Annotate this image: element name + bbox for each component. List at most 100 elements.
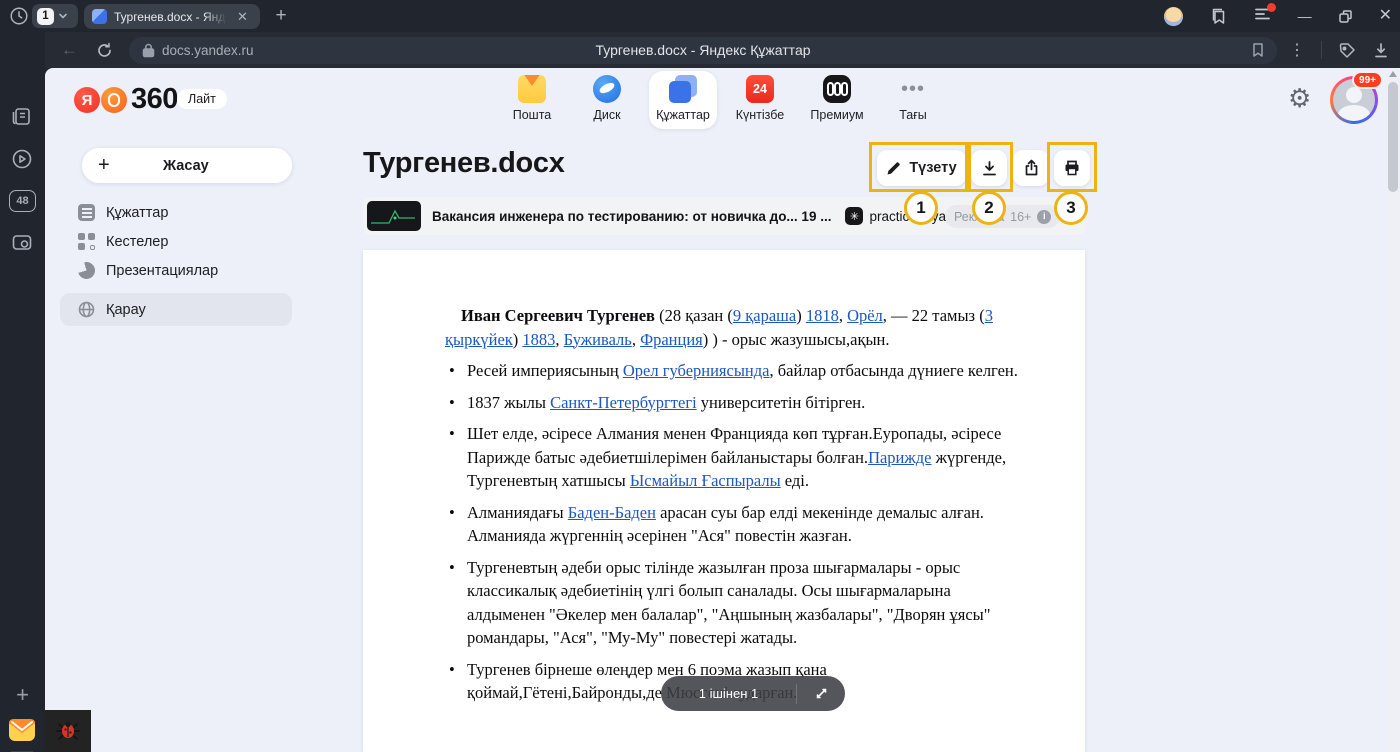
yandex-mail-icon[interactable]: [8, 716, 36, 744]
sidebar-item-label: Қарау: [106, 302, 146, 318]
download-button[interactable]: [971, 150, 1007, 186]
browser-window: 1 Тургенев.docx - Яндекс Құжаттар ✕ + —: [0, 0, 1400, 752]
doc-bullet: Алманиядағы Баден-Баден арасан суы бар е…: [445, 501, 1019, 548]
bookmark-icon[interactable]: [1251, 42, 1265, 58]
share-button[interactable]: [1013, 150, 1049, 186]
tab-group-chip[interactable]: 1: [32, 4, 78, 28]
downloads-icon[interactable]: [1373, 42, 1389, 59]
doc-text: ,: [632, 330, 640, 349]
url-field[interactable]: docs.yandex.ru Тургенев.docx - Яндекс Құ…: [129, 37, 1277, 64]
yandex-logo-icon[interactable]: Я: [74, 87, 100, 113]
plus-icon: +: [98, 154, 110, 177]
sidebar-item-documents[interactable]: Құжаттар: [60, 198, 292, 227]
page-indicator-pill: 1 ішінен 1: [661, 676, 845, 711]
doc-link[interactable]: Орёл: [847, 306, 883, 325]
browser-tab[interactable]: Тургенев.docx - Яндекс Құжаттар ✕: [84, 4, 260, 29]
print-button[interactable]: [1054, 150, 1090, 186]
sidebar-item-tables[interactable]: Кестелер: [60, 227, 292, 256]
tab-close-icon[interactable]: ✕: [237, 10, 248, 23]
doc-link[interactable]: 1818: [806, 306, 839, 325]
close-button[interactable]: ✕: [1379, 8, 1392, 24]
edit-button-label: Түзету: [909, 160, 956, 176]
mail-icon: [518, 75, 546, 103]
reload-icon[interactable]: [96, 42, 113, 59]
collections-tag-icon[interactable]: [1338, 42, 1357, 59]
sidebar-item-label: Құжаттар: [106, 205, 168, 221]
browser-menu-icon[interactable]: [1254, 6, 1272, 27]
service-label: Құжаттар: [656, 108, 710, 122]
doc-text: (28 қазан (: [655, 306, 733, 325]
minimize-button[interactable]: —: [1298, 9, 1312, 23]
chevron-down-icon: [58, 11, 68, 21]
service-mail[interactable]: Пошта: [500, 75, 564, 129]
doc-body: Иван Сергеевич Тургенев (28 қазан (9 қар…: [445, 304, 1019, 713]
doc-link[interactable]: 9 қараша: [733, 306, 796, 325]
more-dots-icon: •••: [899, 75, 927, 103]
doc-link[interactable]: Орел губерниясында: [623, 361, 770, 380]
screenshot-icon[interactable]: [10, 231, 34, 255]
new-tab-button[interactable]: +: [268, 3, 294, 29]
calendar-day-label: 24: [753, 82, 767, 96]
fullscreen-expand-icon[interactable]: [797, 686, 845, 701]
calendar-icon: 24: [746, 75, 774, 103]
scrollbar[interactable]: [1386, 68, 1400, 752]
service-label: Күнтізбе: [736, 108, 785, 122]
play-icon[interactable]: [10, 147, 34, 171]
sidebar-nav: Құжаттар Кестелер Презентациялар Қарау: [60, 198, 292, 326]
doc-text: ): [513, 330, 523, 349]
service-more[interactable]: ••• Тағы: [881, 75, 945, 129]
doc-bullet: Шет елде, әсіресе Алмания менен Францияд…: [445, 422, 1019, 493]
doc-link[interactable]: Парижде: [868, 448, 931, 467]
create-button[interactable]: + Жасау: [82, 148, 292, 183]
doc-bullet: Тургеневтың әдеби орыс тілінде жазылған …: [445, 556, 1019, 650]
settings-gear-icon[interactable]: ⚙: [1288, 84, 1311, 114]
doc-link[interactable]: Ысмайыл Ғаспыралы: [630, 471, 781, 490]
doc-text: ) ) - орыс жазушысы,ақын.: [703, 330, 890, 349]
doc-link[interactable]: 1883: [522, 330, 555, 349]
rail-badge-label: 48: [16, 195, 28, 207]
browser-profile-avatar[interactable]: [1164, 7, 1183, 26]
service-label: Пошта: [513, 108, 552, 122]
debug-overlay: [45, 710, 91, 752]
sidebar-item-view[interactable]: Қарау: [60, 293, 292, 326]
doc-text: Алманиядағы: [467, 503, 568, 522]
tab-group-count: 1: [37, 8, 54, 25]
scroll-up-arrow[interactable]: [1389, 71, 1397, 77]
back-icon[interactable]: ←: [61, 40, 78, 60]
service-disk[interactable]: Диск: [575, 75, 639, 129]
bookmarks-panel-icon[interactable]: [1209, 7, 1228, 26]
doc-link[interactable]: Санкт-Петербургтегі: [550, 393, 697, 412]
history-icon[interactable]: [8, 5, 30, 27]
service-premium[interactable]: Премиум: [805, 75, 869, 129]
tab-title: Тургенев.docx - Яндекс Құжаттар: [114, 10, 230, 24]
globe-icon: [78, 301, 95, 318]
browser-side-rail: 48 + •••: [0, 32, 45, 752]
yandex-docs-favicon: [92, 9, 107, 24]
edit-button[interactable]: Түзету: [877, 150, 966, 186]
doc-link[interactable]: Франция: [640, 330, 703, 349]
create-button-label: Жасау: [110, 158, 262, 174]
service-calendar[interactable]: 24 Күнтізбе: [728, 75, 792, 129]
service-docs[interactable]: Құжаттар: [651, 75, 715, 129]
more-options-icon[interactable]: ⋮: [1289, 40, 1305, 60]
feed-icon[interactable]: [10, 105, 34, 129]
restore-button[interactable]: [1338, 9, 1353, 24]
doc-text: 1837 жылы: [467, 393, 550, 412]
window-controls: — ✕: [1164, 0, 1392, 32]
scrollbar-thumb[interactable]: [1388, 82, 1398, 192]
sidebar-item-label: Кестелер: [106, 234, 168, 250]
notifications-badge: 99+: [1352, 71, 1383, 89]
plan-badge: Лайт: [177, 89, 227, 109]
doc-link[interactable]: Буживаль: [564, 330, 632, 349]
pencil-icon: [886, 161, 901, 176]
ad-info-icon[interactable]: i: [1037, 210, 1051, 224]
speed-badge-icon[interactable]: 48: [9, 190, 36, 212]
rail-add-icon[interactable]: +: [0, 682, 45, 708]
printer-icon: [1063, 159, 1081, 177]
doc-text: , байлар отбасында дүниеге келген.: [769, 361, 1017, 380]
doc-link[interactable]: Баден-Баден: [568, 503, 656, 522]
ad-thumbnail: [367, 201, 421, 231]
page-title: Тургенев.docx - Яндекс Құжаттар: [129, 42, 1277, 58]
grid-icon: [78, 233, 95, 250]
sidebar-item-presentations[interactable]: Презентациялар: [60, 256, 292, 285]
